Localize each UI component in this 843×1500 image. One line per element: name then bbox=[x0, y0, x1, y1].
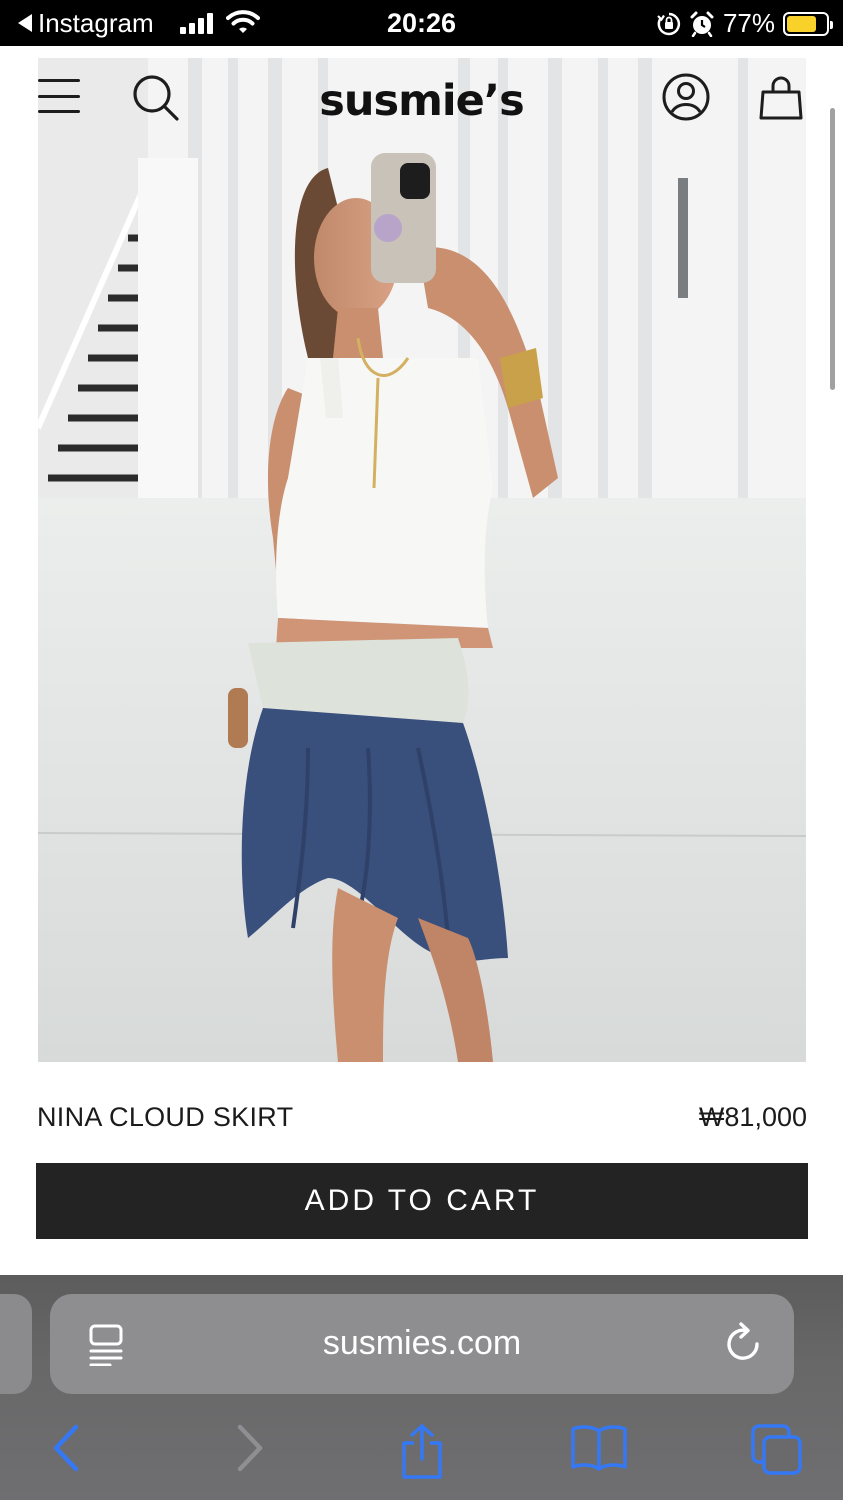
site-header: susmie’s bbox=[0, 58, 843, 138]
browser-nav-row bbox=[0, 1415, 843, 1485]
battery-percentage: 77% bbox=[722, 8, 775, 38]
back-icon[interactable] bbox=[50, 1423, 84, 1473]
screen: Instagram 20:26 77% susmie’s NINA CLOUD … bbox=[0, 0, 843, 1500]
account-icon[interactable] bbox=[661, 72, 711, 122]
product-info: NINA CLOUD SKIRT ₩81,000 bbox=[0, 1062, 843, 1162]
address-bar[interactable]: susmies.com bbox=[50, 1294, 794, 1394]
add-to-cart-button[interactable]: ADD TO CART bbox=[36, 1163, 808, 1239]
product-name: NINA CLOUD SKIRT bbox=[37, 1102, 294, 1132]
battery-icon bbox=[783, 11, 833, 36]
site-logo[interactable]: susmie’s bbox=[0, 76, 843, 126]
shopping-bag-icon[interactable] bbox=[758, 74, 804, 122]
tabs-icon[interactable] bbox=[750, 1423, 804, 1477]
status-right: 77% bbox=[657, 8, 833, 39]
reload-icon[interactable] bbox=[724, 1322, 764, 1366]
product-price: ₩81,000 bbox=[698, 1102, 807, 1132]
share-icon[interactable] bbox=[398, 1423, 446, 1481]
bookmarks-icon[interactable] bbox=[570, 1423, 628, 1471]
previous-tab-preview[interactable] bbox=[0, 1294, 32, 1394]
product-photo-illustration bbox=[38, 58, 806, 1062]
url-text: susmies.com bbox=[322, 1324, 522, 1362]
orientation-lock-icon bbox=[657, 12, 681, 35]
product-image[interactable] bbox=[38, 58, 806, 1062]
status-bar: Instagram 20:26 77% bbox=[0, 0, 843, 46]
forward-icon[interactable] bbox=[232, 1423, 266, 1473]
browser-toolbar: susmies.com bbox=[0, 1275, 843, 1500]
alarm-icon bbox=[690, 11, 714, 37]
page-scrollbar[interactable] bbox=[830, 108, 835, 390]
